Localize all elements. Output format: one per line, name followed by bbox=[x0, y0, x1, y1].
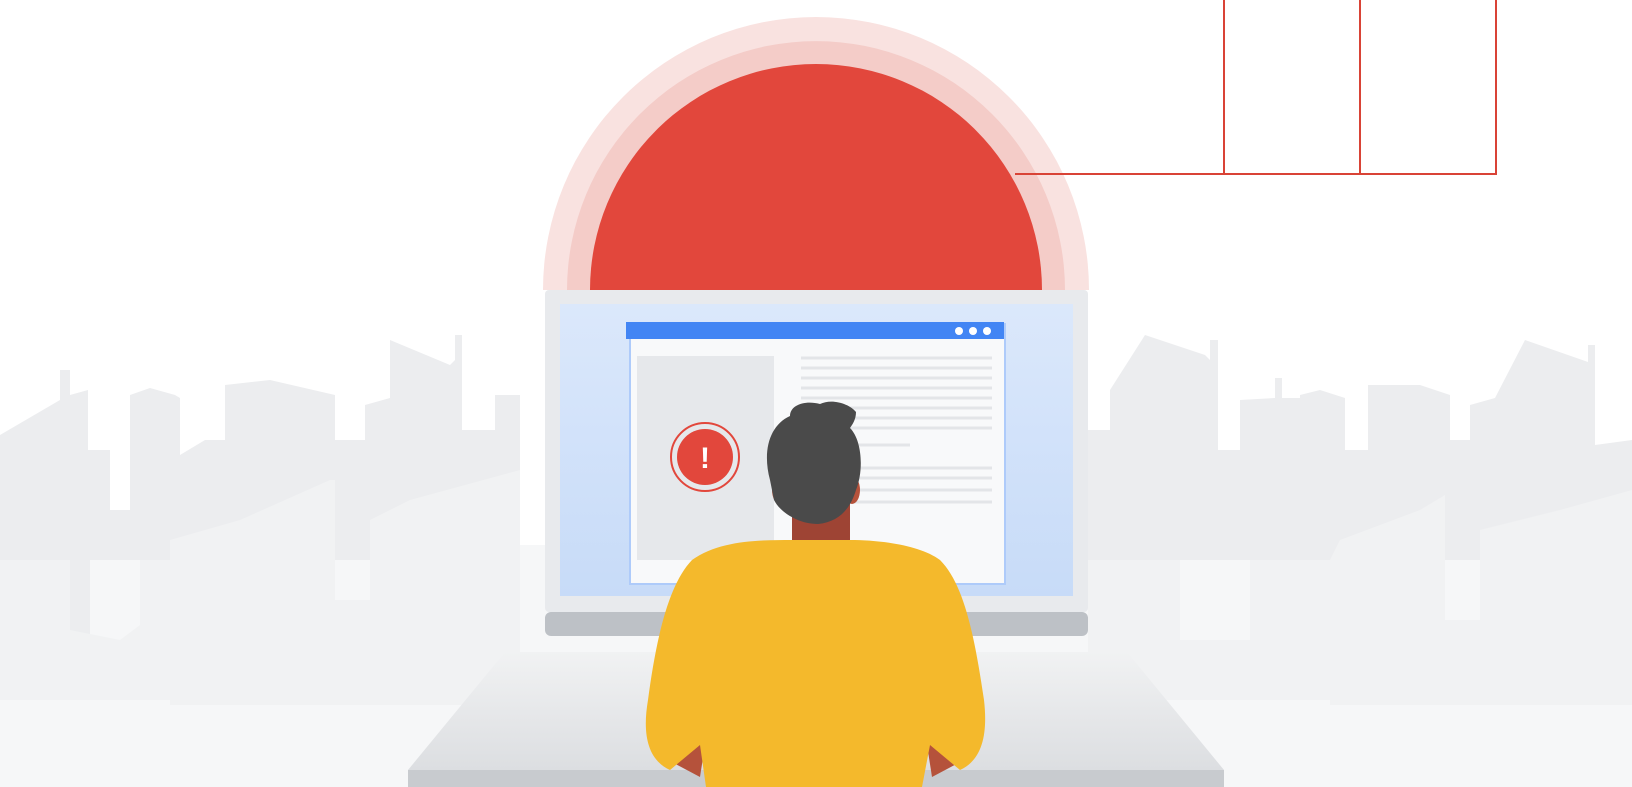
exclamation-icon: ! bbox=[670, 422, 740, 492]
hero-illustration: ! bbox=[0, 0, 1632, 787]
window-dots-icon bbox=[955, 327, 991, 335]
illustration-scene: ! bbox=[0, 0, 1632, 787]
exclamation-glyph: ! bbox=[700, 442, 710, 475]
browser-title-bar bbox=[626, 322, 1004, 339]
accent-lines bbox=[1015, 0, 1497, 175]
